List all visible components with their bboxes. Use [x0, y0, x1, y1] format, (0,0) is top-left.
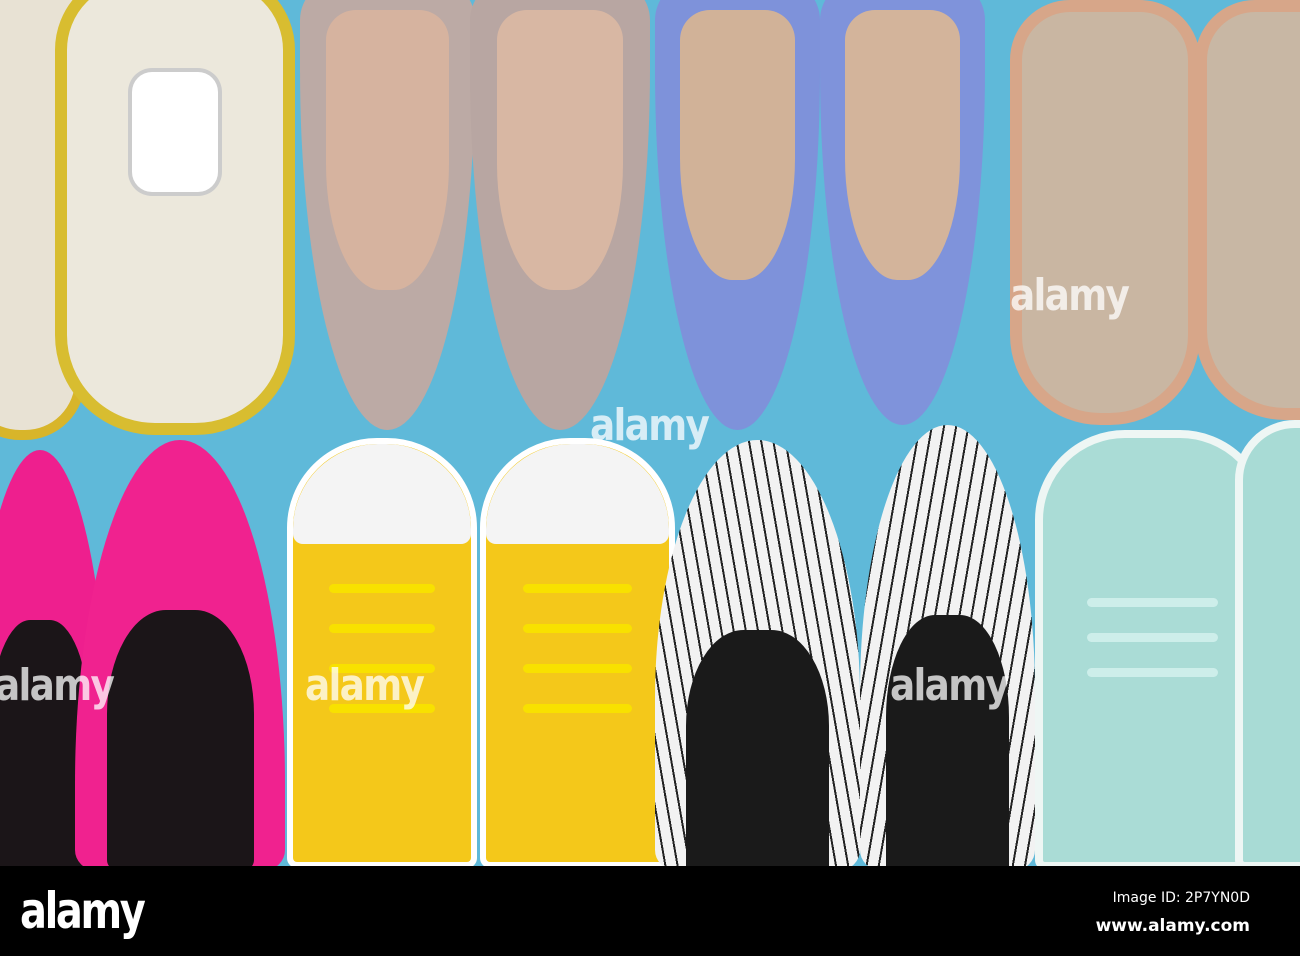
nude-sandal-left — [1010, 0, 1200, 425]
striped-flat-left — [655, 440, 860, 866]
blue-heel-left — [655, 0, 820, 430]
yellow-sneaker-left — [287, 438, 477, 866]
watermark: alamy — [590, 400, 710, 451]
pink-heel-right — [75, 440, 285, 866]
footer-bar: alamy Image ID: 2P7YN0D www.alamy.com — [0, 866, 1300, 956]
alamy-logo[interactable]: alamy — [20, 882, 146, 940]
nude-sandal-right — [1195, 0, 1300, 420]
glitter-heel-right — [470, 0, 650, 430]
blue-heel-right — [820, 0, 985, 425]
watermark: alamy — [0, 660, 115, 711]
watermark: alamy — [305, 660, 425, 711]
yellow-sneaker-right — [480, 438, 675, 866]
image-id: Image ID: 2P7YN0D — [1112, 890, 1250, 906]
shoes-photo: alamy alamy alamy alamy alamy — [0, 0, 1300, 866]
website-link[interactable]: www.alamy.com — [1096, 916, 1250, 936]
mint-sneaker-right — [1235, 420, 1300, 866]
glitter-heel-left — [300, 0, 475, 430]
striped-flat-right — [860, 425, 1035, 866]
watermark: alamy — [890, 660, 1010, 711]
white-sneaker-right — [55, 0, 295, 435]
watermark: alamy — [1010, 270, 1130, 321]
